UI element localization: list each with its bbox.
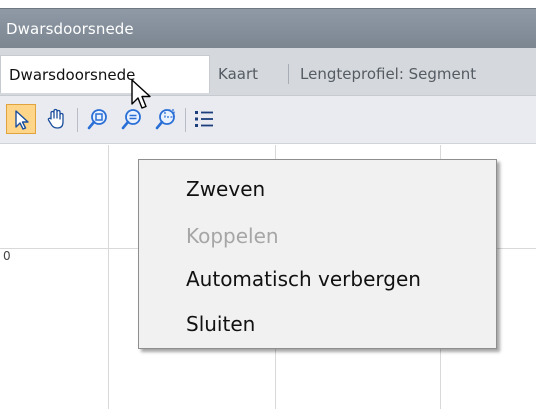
- legend-list-icon: [195, 111, 213, 127]
- toolbar-separator: [185, 108, 186, 132]
- context-menu: Zweven Koppelen Automatisch verbergen Sl…: [138, 159, 497, 349]
- panel-titlebar[interactable]: Dwarsdoorsnede: [0, 8, 536, 48]
- axis-label: 0: [3, 249, 11, 263]
- menu-item-automatisch-verbergen[interactable]: Automatisch verbergen: [186, 263, 421, 295]
- grid-line: [108, 145, 109, 409]
- mouse-cursor-icon: [131, 79, 151, 109]
- zoom-in-button[interactable]: [83, 104, 113, 134]
- top-edge: [0, 0, 536, 8]
- menu-item-sluiten[interactable]: Sluiten: [186, 308, 255, 340]
- panel-title: Dwarsdoorsnede: [6, 20, 134, 38]
- tab-dwarsdoorsnede[interactable]: Dwarsdoorsnede: [0, 55, 210, 93]
- zoom-in-icon: [87, 109, 107, 130]
- zoom-extent-icon: [155, 109, 175, 130]
- tab-strip: Dwarsdoorsnede Kaart Lengteprofiel: Segm…: [0, 48, 536, 96]
- pan-hand-icon: [47, 108, 64, 129]
- legend-button[interactable]: [189, 104, 219, 134]
- select-tool-button[interactable]: [6, 104, 36, 134]
- tab-kaart[interactable]: Kaart: [210, 55, 266, 93]
- menu-item-koppelen: Koppelen: [186, 224, 279, 248]
- pan-tool-button[interactable]: [41, 104, 71, 134]
- tab-separator: [288, 64, 289, 84]
- zoom-extent-button[interactable]: [151, 104, 181, 134]
- toolbar: [0, 96, 536, 144]
- toolbar-separator: [77, 108, 78, 132]
- menu-item-zweven[interactable]: Zweven: [186, 173, 265, 205]
- select-arrow-icon: [15, 110, 29, 130]
- tab-lengteprofiel[interactable]: Lengteprofiel: Segment: [292, 55, 484, 93]
